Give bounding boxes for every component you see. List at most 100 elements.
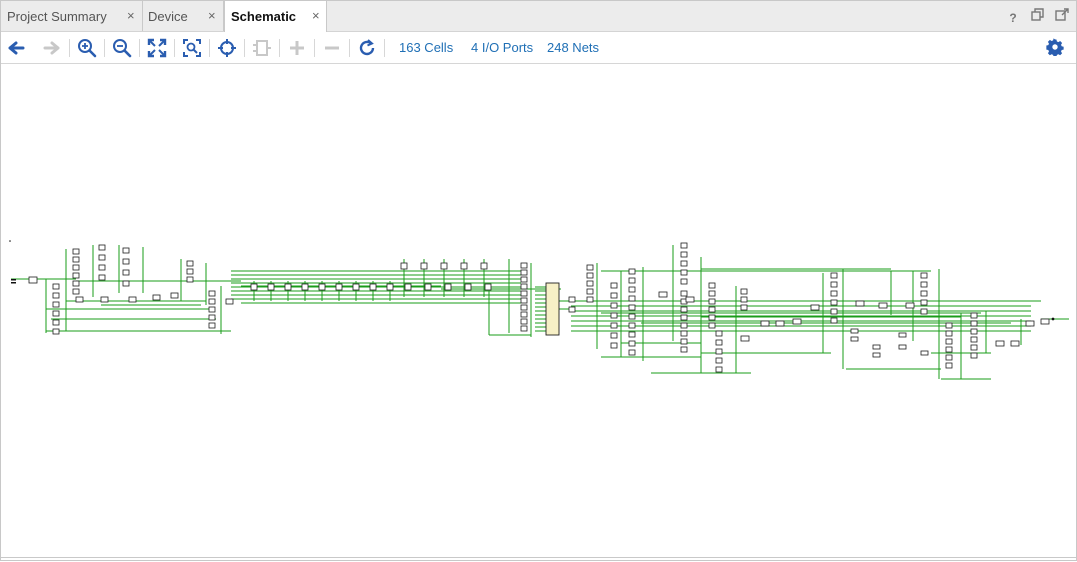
- schematic-cell[interactable]: [708, 314, 716, 321]
- schematic-cell[interactable]: [424, 283, 432, 291]
- schematic-cell[interactable]: [122, 258, 130, 265]
- schematic-cell[interactable]: [830, 308, 838, 315]
- schematic-cell[interactable]: [830, 299, 838, 306]
- schematic-cell[interactable]: [708, 282, 716, 289]
- schematic-cell[interactable]: [208, 298, 216, 305]
- schematic-cell[interactable]: [715, 366, 723, 373]
- schematic-cell[interactable]: [610, 282, 618, 289]
- remove-icon[interactable]: [322, 38, 342, 58]
- restore-icon[interactable]: [1030, 8, 1046, 24]
- schematic-cell[interactable]: [628, 322, 636, 329]
- schematic-cell[interactable]: [1025, 320, 1035, 327]
- schematic-cell[interactable]: [464, 283, 472, 291]
- close-icon[interactable]: ×: [208, 9, 216, 23]
- schematic-cell[interactable]: [740, 288, 748, 295]
- schematic-cell[interactable]: [905, 302, 915, 309]
- schematic-cell[interactable]: [98, 254, 106, 261]
- schematic-cell[interactable]: [970, 320, 978, 327]
- schematic-cell[interactable]: [52, 292, 60, 299]
- schematic-cell[interactable]: [740, 335, 750, 342]
- schematic-cell[interactable]: [628, 268, 636, 275]
- schematic-cell[interactable]: [708, 298, 716, 305]
- schematic-cell[interactable]: [740, 304, 748, 311]
- schematic-cell[interactable]: [586, 296, 594, 303]
- schematic-cell[interactable]: [100, 296, 109, 303]
- schematic-cell[interactable]: [72, 288, 80, 295]
- schematic-cell[interactable]: [98, 264, 106, 271]
- schematic-cell[interactable]: [610, 322, 618, 329]
- schematic-cell[interactable]: [760, 320, 770, 327]
- schematic-cell[interactable]: [995, 340, 1005, 347]
- schematic-cell[interactable]: [920, 281, 928, 288]
- center-icon[interactable]: [217, 38, 237, 58]
- schematic-cell[interactable]: [850, 328, 859, 334]
- schematic-cell[interactable]: [920, 272, 928, 279]
- schematic-cell[interactable]: [708, 306, 716, 313]
- schematic-cell[interactable]: [484, 283, 492, 291]
- schematic-cell[interactable]: [208, 306, 216, 313]
- schematic-cell[interactable]: [400, 262, 408, 270]
- schematic-cell[interactable]: [586, 264, 594, 271]
- schematic-cell[interactable]: [715, 348, 723, 355]
- refresh-icon[interactable]: [357, 38, 377, 58]
- schematic-cell[interactable]: [830, 272, 838, 279]
- schematic-cell[interactable]: [898, 332, 907, 338]
- schematic-cell[interactable]: [52, 328, 60, 335]
- schematic-cell[interactable]: [830, 317, 838, 324]
- schematic-cell[interactable]: [680, 260, 688, 267]
- schematic-cell[interactable]: [72, 248, 80, 255]
- schematic-cell[interactable]: [970, 344, 978, 351]
- back-arrow-icon[interactable]: [7, 38, 27, 58]
- schematic-cell[interactable]: [945, 338, 953, 345]
- tab-device[interactable]: Device ×: [143, 1, 224, 31]
- schematic-cell[interactable]: [72, 256, 80, 263]
- schematic-cell[interactable]: [122, 280, 130, 287]
- mux-block[interactable]: [545, 282, 560, 336]
- schematic-cell[interactable]: [610, 292, 618, 299]
- schematic-cell[interactable]: [520, 318, 528, 325]
- schematic-cell[interactable]: [520, 262, 528, 269]
- schematic-cell[interactable]: [586, 280, 594, 287]
- schematic-cell[interactable]: [830, 281, 838, 288]
- float-icon[interactable]: [1054, 8, 1070, 24]
- schematic-cell[interactable]: [208, 290, 216, 297]
- schematic-cell[interactable]: [52, 301, 60, 308]
- schematic-cell[interactable]: [250, 283, 258, 291]
- close-icon[interactable]: ×: [312, 9, 320, 23]
- schematic-cell[interactable]: [970, 352, 978, 359]
- schematic-cell[interactable]: [970, 312, 978, 319]
- schematic-cell[interactable]: [28, 276, 38, 284]
- schematic-cell[interactable]: [715, 339, 723, 346]
- schematic-cell[interactable]: [75, 296, 84, 303]
- schematic-cell[interactable]: [628, 331, 636, 338]
- schematic-cell[interactable]: [658, 291, 668, 298]
- schematic-cell[interactable]: [878, 302, 888, 309]
- schematic-cell[interactable]: [186, 276, 194, 283]
- schematic-cell[interactable]: [680, 346, 688, 353]
- schematic-cell[interactable]: [628, 295, 636, 302]
- schematic-cell[interactable]: [945, 346, 953, 353]
- schematic-cell[interactable]: [680, 242, 688, 249]
- schematic-cell[interactable]: [122, 269, 130, 276]
- schematic-cell[interactable]: [301, 283, 309, 291]
- schematic-cell[interactable]: [186, 268, 194, 275]
- schematic-cell[interactable]: [610, 302, 618, 309]
- schematic-cell[interactable]: [404, 283, 412, 291]
- schematic-cell[interactable]: [520, 283, 528, 290]
- schematic-cell[interactable]: [680, 322, 688, 329]
- schematic-cell[interactable]: [420, 262, 428, 270]
- schematic-cell[interactable]: [680, 338, 688, 345]
- zoom-area-icon[interactable]: [182, 38, 202, 58]
- schematic-cell[interactable]: [186, 260, 194, 267]
- schematic-cell[interactable]: [520, 297, 528, 304]
- schematic-cell[interactable]: [460, 262, 468, 270]
- schematic-cell[interactable]: [740, 296, 748, 303]
- schematic-cell[interactable]: [898, 344, 907, 350]
- tab-schematic[interactable]: Schematic ×: [224, 1, 327, 32]
- schematic-cell[interactable]: [267, 283, 275, 291]
- schematic-cell[interactable]: [520, 304, 528, 311]
- schematic-cell[interactable]: [520, 325, 528, 332]
- schematic-cell[interactable]: [520, 269, 528, 276]
- schematic-cell[interactable]: [872, 344, 881, 350]
- schematic-diagram[interactable]: [1, 64, 1076, 557]
